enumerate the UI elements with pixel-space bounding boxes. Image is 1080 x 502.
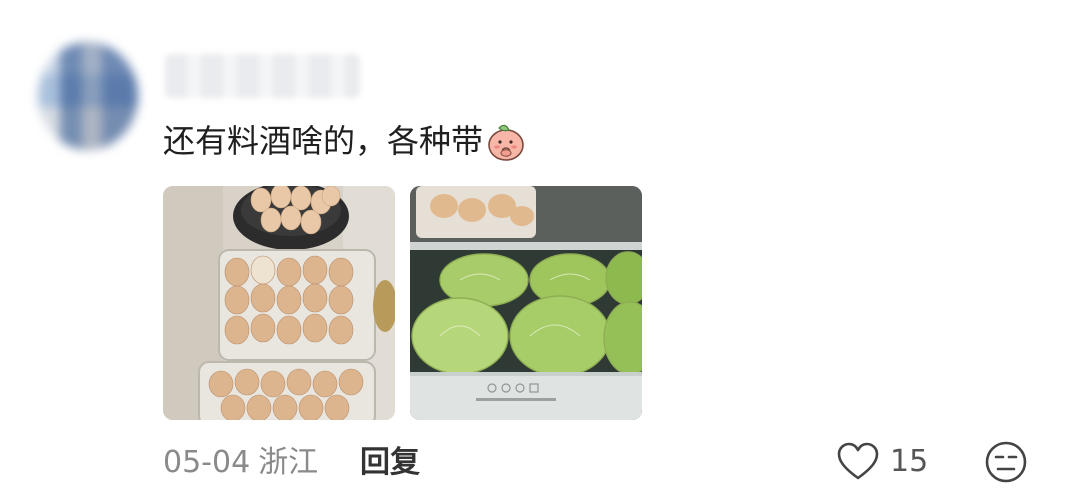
- reply-button[interactable]: 回复: [360, 444, 420, 482]
- eggs-in-containers-photo[interactable]: [163, 186, 395, 420]
- dislike-face-icon[interactable]: [984, 440, 1028, 484]
- comment-meta: 05-04 浙江: [163, 444, 318, 482]
- comment-body: 还有料酒啥的，各种带: [163, 122, 484, 160]
- comment-text: 还有料酒啥的，各种带: [163, 121, 527, 161]
- heart-icon: [837, 442, 879, 480]
- comment-location: 浙江: [258, 445, 319, 480]
- username-blurred[interactable]: [165, 54, 360, 98]
- like-button[interactable]: 15: [836, 440, 928, 484]
- avatar[interactable]: [38, 42, 138, 150]
- like-count: 15: [890, 444, 929, 479]
- comment-date: 05-04: [163, 445, 251, 480]
- peach-face-emoji-icon: [488, 124, 524, 161]
- cabbages-in-fridge-drawer-photo[interactable]: [410, 186, 642, 420]
